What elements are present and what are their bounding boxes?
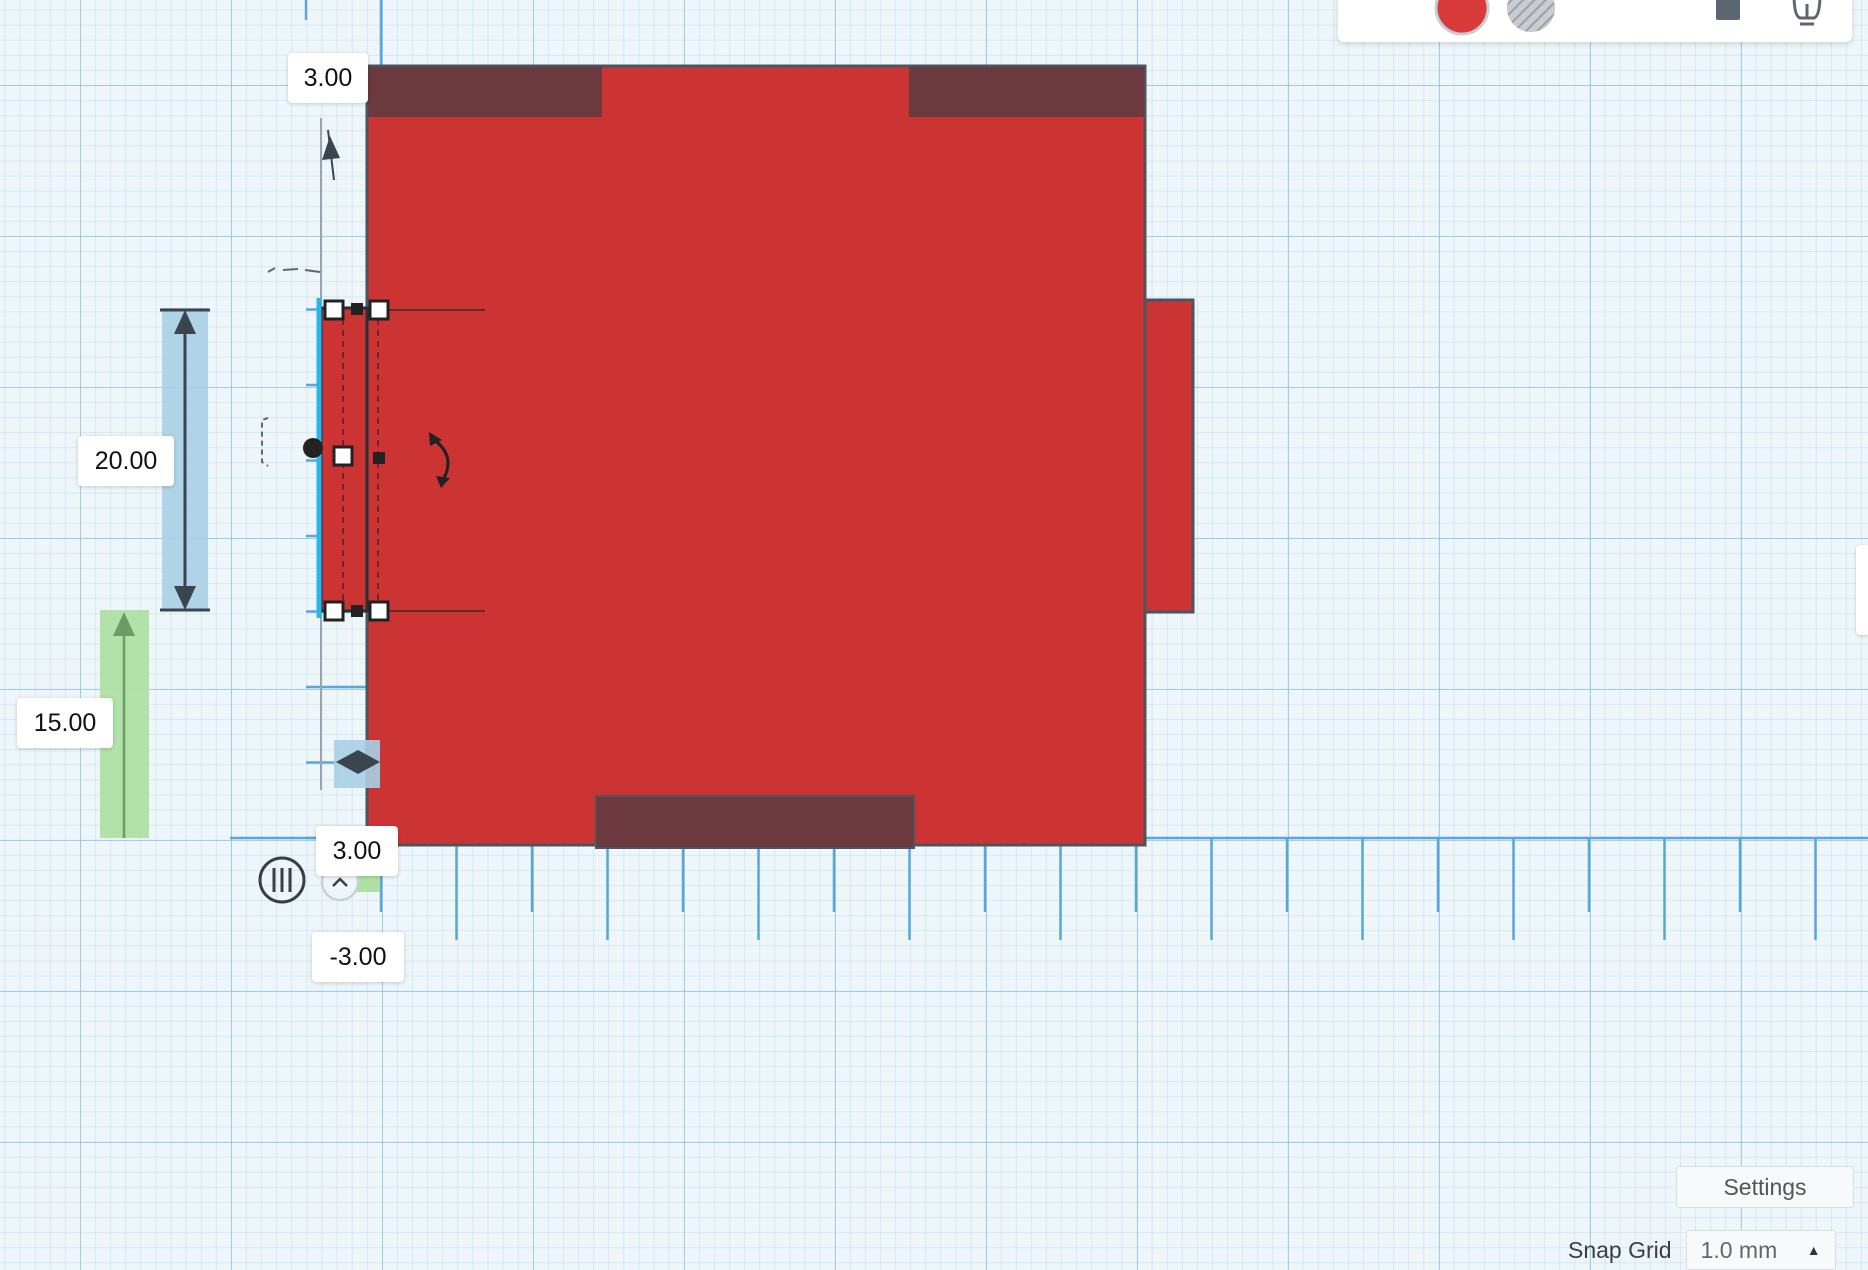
- view-cube-icon[interactable]: [1716, 0, 1740, 20]
- right-tab[interactable]: [1143, 298, 1195, 614]
- caret-up-icon: ▲: [1806, 1242, 1821, 1258]
- rotation-guide: [261, 417, 269, 467]
- camera-orbit-icon[interactable]: [258, 856, 306, 904]
- width-label[interactable]: 3.00: [316, 826, 398, 876]
- resize-handle-bottom-left[interactable]: [323, 600, 345, 622]
- snap-grid-control: Snap Grid 1.0 mm ▲: [1568, 1230, 1836, 1270]
- resize-handle-top-left[interactable]: [323, 299, 345, 321]
- shape-properties-panel: [1338, 0, 1852, 42]
- height-handle[interactable]: [303, 438, 323, 458]
- settings-button[interactable]: Settings: [1676, 1166, 1854, 1208]
- resize-handle-right-mid[interactable]: [373, 452, 385, 464]
- hole-swatch[interactable]: [1507, 0, 1555, 32]
- workplane[interactable]: [0, 0, 1868, 1270]
- x-offset-label[interactable]: -3.00: [312, 932, 404, 982]
- hole-bottom[interactable]: [595, 795, 915, 849]
- snap-grid-select[interactable]: 1.0 mm ▲: [1685, 1230, 1836, 1270]
- snap-grid-label: Snap Grid: [1568, 1236, 1672, 1263]
- main-box[interactable]: [365, 64, 1147, 847]
- lightbulb-icon[interactable]: [1792, 0, 1822, 26]
- height-label[interactable]: 20.00: [78, 436, 174, 486]
- resize-handle-bottom-right[interactable]: [368, 600, 390, 622]
- right-panel-tab[interactable]: [1856, 545, 1868, 635]
- hole-top-right[interactable]: [909, 67, 1144, 117]
- resize-handle-bottom-mid[interactable]: [351, 605, 363, 617]
- resize-handle-top-right[interactable]: [368, 299, 390, 321]
- hole-top-left[interactable]: [368, 67, 602, 117]
- panel-icons: [1434, 0, 1822, 36]
- resize-handle-top-mid[interactable]: [351, 303, 363, 315]
- solid-color-swatch[interactable]: [1434, 0, 1490, 36]
- resize-handle-center[interactable]: [332, 445, 354, 467]
- snap-grid-value: 1.0 mm: [1700, 1236, 1778, 1263]
- top-offset-label[interactable]: 3.00: [288, 53, 368, 103]
- y-offset-label[interactable]: 15.00: [17, 698, 113, 748]
